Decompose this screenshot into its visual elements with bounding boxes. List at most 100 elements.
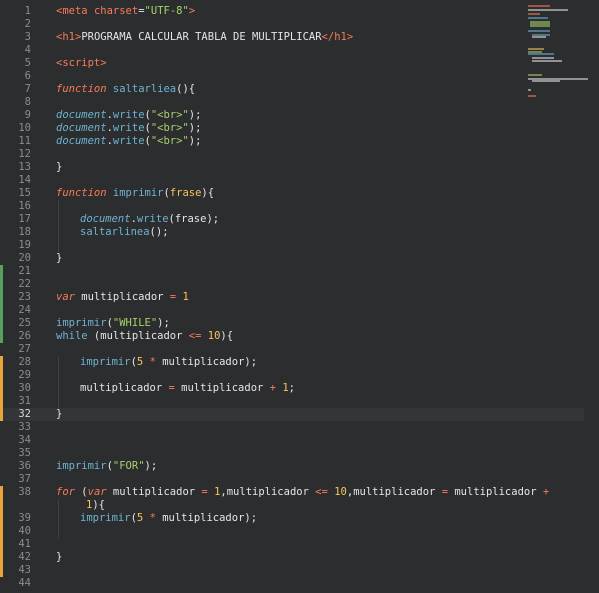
code-line[interactable]: } [56,252,62,265]
code-line[interactable]: <meta charset="UTF-8"> [56,5,195,18]
line-number: 36 [18,460,31,472]
code-line[interactable]: <h1>PROGRAMA CALCULAR TABLA DE MULTIPLIC… [56,31,353,44]
code-token: multiplicador [80,382,169,394]
line-number: 6 [24,70,31,82]
line-number: 23 [18,291,31,303]
line-number: 35 [18,447,31,459]
code-token: var [87,486,107,498]
line-number: 1 [24,5,31,17]
code-token: multiplicador [448,486,543,498]
code-token: multiplicador [74,291,170,303]
code-token: imprimir [80,356,131,368]
code-line[interactable]: var multiplicador = 1 [56,291,189,304]
code-line[interactable]: document.write(frase); [80,213,219,226]
line-number: 42 [18,551,31,563]
minimap-line [532,60,562,62]
code-line[interactable]: saltarlinea(); [80,226,169,239]
code-token: 10 [207,330,221,342]
code-line[interactable]: for (var multiplicador = 1,multiplicador… [56,486,549,499]
line-number [0,499,31,512]
code-token: multiplicador [106,486,202,498]
code-token: document [80,213,131,225]
code-token: "<br>" [150,109,189,121]
line-number: 38 [18,486,31,498]
line-number: 19 [18,239,31,251]
line-number: 30 [18,382,31,394]
minimap-line [532,36,546,38]
code-line[interactable]: while (multiplicador <= 10){ [56,330,233,343]
code-line[interactable]: imprimir(5 * multiplicador); [80,356,257,369]
minimap[interactable] [528,4,588,104]
code-token: } [56,408,63,420]
line-number: 34 [18,434,31,446]
code-token: imprimir [56,317,107,329]
minimap-line [532,57,554,59]
active-line-highlight [44,408,584,421]
line-number-gutter: 1 2 3 4 5 6 7 8 9 10 11 12 13 14 15 16 17 18 19 20 21 22 23 24 2… [0,0,44,593]
line-number: 17 [18,213,31,225]
code-token: script [62,57,101,69]
code-token: imprimir [56,460,107,472]
code-token: document [56,109,107,121]
line-number: 27 [18,343,31,355]
code-line[interactable]: function imprimir(frase){ [56,187,214,200]
line-number: 32 [18,408,31,420]
line-number: 41 [18,538,31,550]
code-token: ,multiplicador [346,486,442,498]
code-line[interactable]: document.write("<br>"); [56,109,201,122]
code-token: ); [188,135,202,147]
code-line[interactable]: } [56,551,62,564]
code-line[interactable]: 1){ [86,499,105,512]
code-token: ); [188,122,202,134]
code-token: + [542,486,550,498]
code-token: (){ [176,83,196,95]
line-number: 12 [18,148,31,160]
added-lines-marker [0,265,3,343]
code-line[interactable]: imprimir("FOR"); [56,460,157,473]
code-token: saltarlinea [80,226,150,238]
code-token: ); [188,109,202,121]
code-line[interactable]: imprimir(5 * multiplicador); [80,512,257,525]
minimap-line [528,89,531,91]
code-line[interactable]: document.write("<br>"); [56,135,201,148]
code-line[interactable]: } [56,161,62,174]
code-token: h1 [62,31,75,43]
code-line[interactable]: <script> [56,57,107,70]
code-line[interactable]: multiplicador = multiplicador + 1; [80,382,295,395]
line-number: 4 [24,44,31,56]
code-token: document [56,135,107,147]
code-token: imprimir [80,512,131,524]
code-line[interactable]: imprimir("WHILE"); [56,317,170,330]
code-token: write [112,109,145,121]
line-number: 5 [24,57,31,69]
code-line[interactable]: } [56,408,62,421]
line-number: 44 [18,577,31,589]
line-number: 10 [18,122,31,134]
code-token: frase [169,187,202,199]
code-token: for [56,486,75,498]
code-token: saltarliea [112,83,177,95]
code-token: ,multiplicador [220,486,316,498]
line-number: 39 [18,512,31,524]
code-line[interactable]: function saltarliea(){ [56,83,195,96]
code-line[interactable]: document.write("<br>"); [56,122,201,135]
code-token: ; [288,382,295,394]
code-token: while [56,330,88,342]
code-token: charset [93,5,139,17]
code-token: multiplicador); [155,356,258,368]
code-token: ); [157,317,170,329]
line-number: 31 [18,395,31,407]
code-token: } [56,551,63,563]
code-token: function [56,83,107,95]
minimap-line [528,9,568,11]
code-token: write [112,135,145,147]
code-token: <= [188,330,202,342]
code-token: var [56,291,75,303]
code-token: document [56,122,107,134]
minimap-line [528,53,554,55]
code-editor[interactable]: 1 2 3 4 5 6 7 8 9 10 11 12 13 14 15 16 17 18 19 20 21 22 23 24 2… [0,0,599,593]
code-token: </ [321,31,335,43]
minimap-line [528,74,542,76]
minimap-line [532,80,560,82]
line-number: 28 [18,356,31,368]
